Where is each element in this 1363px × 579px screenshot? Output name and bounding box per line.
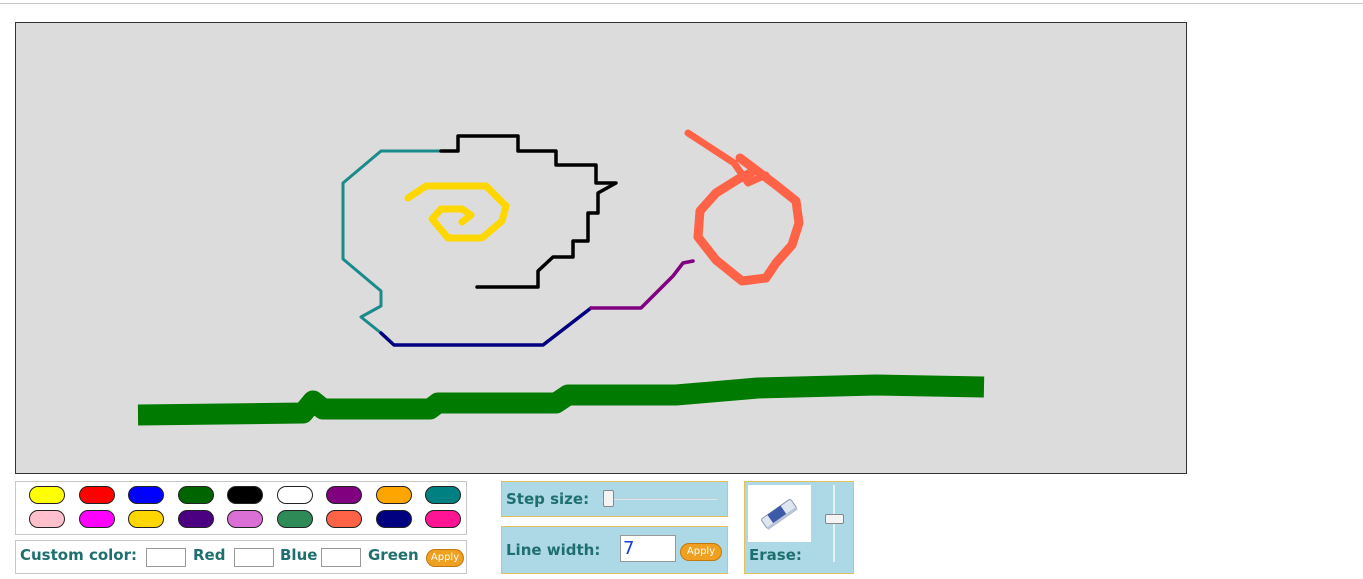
stroke-gold: [404, 182, 510, 242]
eraser-button[interactable]: [748, 485, 811, 542]
color-swatch[interactable]: [326, 486, 362, 504]
color-swatch[interactable]: [276, 486, 313, 504]
color-swatch[interactable]: [177, 510, 214, 528]
color-swatch[interactable]: [29, 486, 65, 504]
top-divider: [0, 3, 1363, 4]
stroke-navy: [379, 306, 593, 347]
color-swatch[interactable]: [227, 510, 263, 528]
color-swatch[interactable]: [177, 486, 214, 504]
stroke-purple: [589, 259, 695, 310]
step-size-panel: Step size:: [501, 481, 728, 517]
custom-color-panel: Custom color: Red Blue Green Apply: [15, 540, 467, 574]
line-width-apply-button[interactable]: Apply: [680, 543, 722, 561]
color-swatch[interactable]: [425, 510, 461, 528]
custom-color-label: Custom color:: [20, 546, 137, 564]
drawing-canvas[interactable]: [15, 22, 1187, 474]
color-swatch[interactable]: [375, 510, 412, 528]
erase-panel: Erase:: [744, 481, 854, 574]
color-swatch[interactable]: [326, 510, 362, 528]
stroke-teal: [341, 149, 443, 335]
color-swatch[interactable]: [78, 510, 115, 528]
custom-color-input[interactable]: [146, 548, 186, 567]
red-label: Red: [193, 546, 226, 564]
color-palette: [15, 481, 467, 535]
custom-color-apply-button[interactable]: Apply: [426, 549, 464, 567]
color-swatch[interactable]: [276, 510, 313, 528]
stroke-green: [137, 374, 985, 426]
line-width-label: Line width:: [506, 541, 601, 559]
erase-label: Erase:: [749, 546, 802, 564]
color-swatch[interactable]: [128, 510, 164, 528]
color-swatch[interactable]: [128, 486, 164, 504]
line-width-panel: Line width: Apply: [501, 526, 728, 574]
color-swatch[interactable]: [78, 486, 115, 504]
eraser-icon: [761, 499, 798, 531]
color-swatch[interactable]: [425, 486, 461, 504]
red-input[interactable]: [234, 548, 274, 567]
green-label: Green: [368, 546, 419, 564]
erase-size-slider-thumb[interactable]: [825, 514, 844, 524]
color-swatch[interactable]: [375, 486, 412, 504]
step-size-slider-thumb[interactable]: [603, 490, 614, 507]
color-swatch[interactable]: [227, 486, 263, 504]
step-size-label: Step size:: [506, 490, 590, 508]
color-swatch[interactable]: [29, 510, 65, 528]
blue-label: Blue: [280, 546, 318, 564]
stroke-tomato-head: [693, 153, 804, 286]
step-size-track[interactable]: [602, 498, 717, 500]
drawing-strokes: [137, 129, 985, 426]
blue-input[interactable]: [321, 548, 361, 567]
line-width-input[interactable]: [620, 535, 676, 562]
